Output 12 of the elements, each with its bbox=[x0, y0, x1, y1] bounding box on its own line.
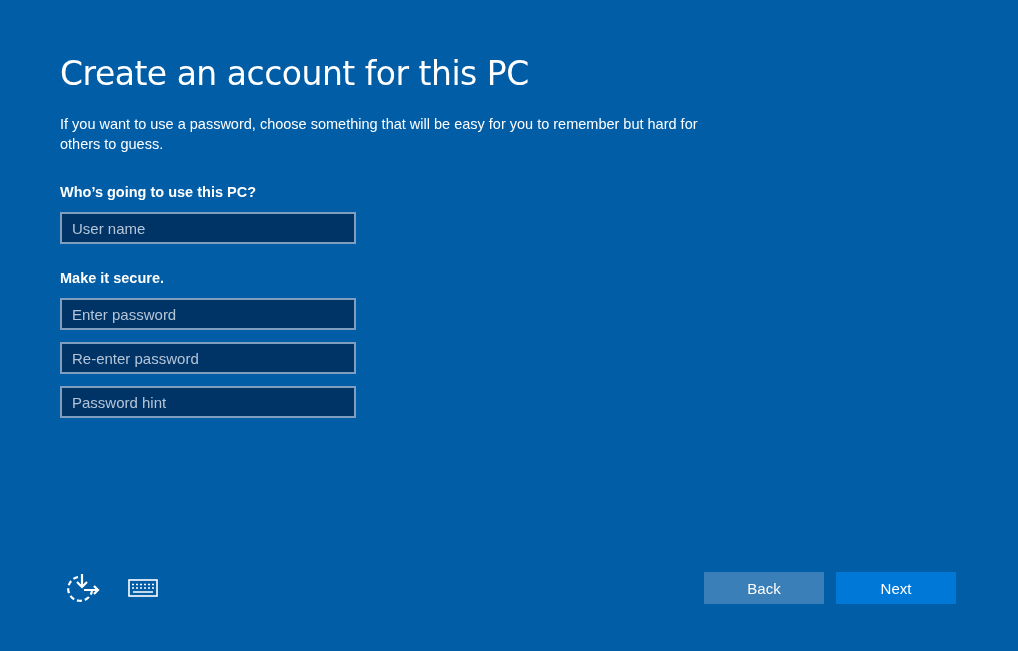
section-heading: Who’s going to use this PC? bbox=[60, 183, 257, 202]
keyboard-icon[interactable] bbox=[128, 579, 158, 597]
text-field[interactable]: Password hint bbox=[60, 386, 356, 418]
dashed-circle-arrow-icon[interactable] bbox=[66, 573, 100, 603]
back-button[interactable]: Back bbox=[704, 572, 824, 604]
section-heading: Make it secure. bbox=[60, 269, 165, 288]
text-field[interactable]: Enter password bbox=[60, 298, 356, 330]
description-text: If you want to use a password, choose something that will be easy for you to remember but hard for others to guess. bbox=[60, 115, 699, 154]
page-title: Create an account for this PC bbox=[60, 54, 530, 94]
text-field[interactable]: User name bbox=[60, 212, 356, 244]
next-button[interactable]: Next bbox=[836, 572, 956, 604]
text-field[interactable]: Re-enter password bbox=[60, 342, 356, 374]
